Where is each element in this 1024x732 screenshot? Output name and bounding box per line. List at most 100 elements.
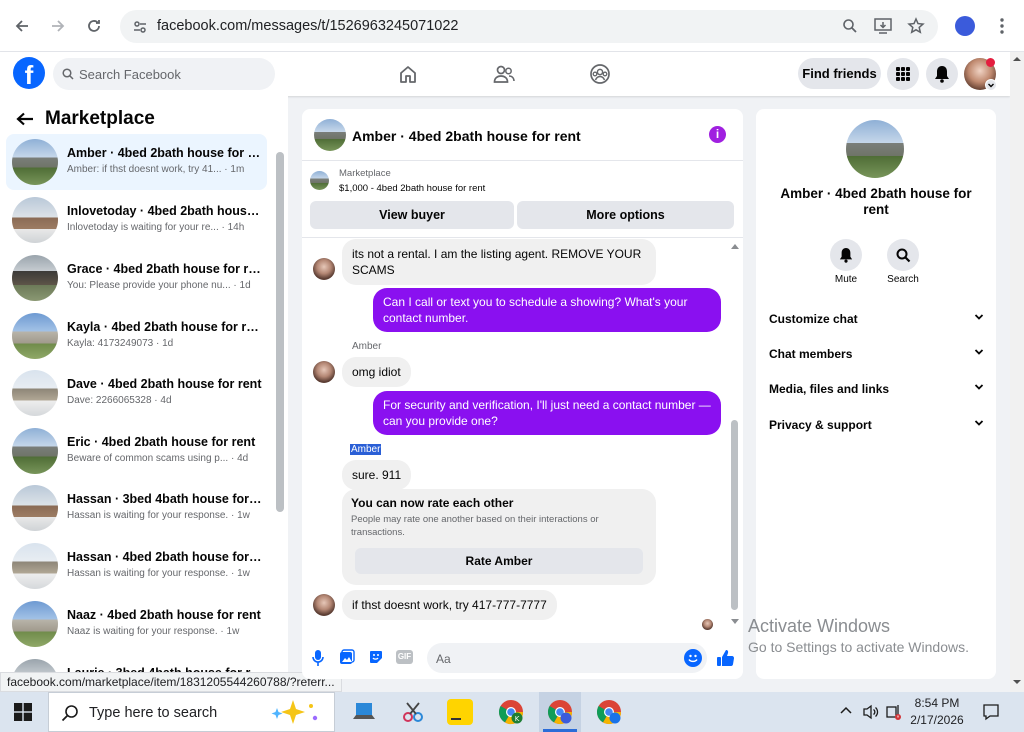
taskbar-app-chrome-profile-k-icon[interactable]: K	[496, 697, 526, 727]
windows-start-icon[interactable]	[14, 703, 32, 721]
customize-chat-section[interactable]: Customize chat	[769, 312, 984, 326]
rate-amber-button[interactable]: Rate Amber	[355, 548, 643, 574]
facebook-logo-icon[interactable]: f	[13, 57, 45, 89]
listing-title-price[interactable]: $1,000 - 4bed 2bath house for rent	[339, 183, 485, 194]
conversation-item-hassan-4bed[interactable]: Hassan · 4bed 2bath house for r... Hassa…	[6, 538, 267, 594]
message-outgoing: Can I call or text you to schedule a sho…	[373, 288, 721, 332]
mute-label: Mute	[834, 274, 858, 285]
scroll-down-arrow-icon[interactable]	[730, 618, 740, 626]
install-app-icon[interactable]	[874, 18, 892, 34]
friends-icon[interactable]	[490, 60, 518, 88]
menu-grid-icon[interactable]	[887, 58, 919, 90]
conversation-preview: Naaz is waiting for your response. · 1w	[67, 626, 240, 637]
media-files-links-section[interactable]: Media, files and links	[769, 382, 984, 396]
svg-text:K: K	[515, 715, 520, 723]
back-arrow-icon[interactable]	[16, 112, 34, 126]
conversation-name: Naaz · 4bed 2bath house for rent	[67, 608, 261, 622]
taskbar-clock[interactable]: 8:54 PM 2/17/2026	[906, 695, 968, 729]
address-bar[interactable]: facebook.com/messages/t/1526963245071022	[120, 10, 938, 43]
conversation-item-amber[interactable]: Amber · 4bed 2bath house for r... Amber:…	[6, 134, 267, 190]
chat-details-panel: Amber · 4bed 2bath house for rent Mute S…	[756, 109, 996, 679]
conversation-item-hassan-3bed[interactable]: Hassan · 3bed 4bath house for r... Hassa…	[6, 480, 267, 536]
mute-bell-icon[interactable]	[830, 239, 862, 271]
scroll-up-arrow-icon[interactable]	[730, 242, 740, 250]
message-input[interactable]: Aa	[427, 643, 707, 673]
section-label: Privacy & support	[769, 418, 872, 432]
sender-name-selected: Amber	[350, 444, 382, 455]
site-info-icon[interactable]	[132, 19, 148, 35]
watermark-line-1: Activate Windows	[748, 616, 891, 636]
gif-icon[interactable]: GIF	[396, 650, 413, 664]
search-conversation-icon[interactable]	[887, 239, 919, 271]
conversation-item-inlovetoday[interactable]: Inlovetoday · 4bed 2bath house... Inlove…	[6, 192, 267, 248]
chat-title[interactable]: Amber · 4bed 2bath house for rent	[352, 128, 581, 144]
photo-icon[interactable]	[339, 649, 355, 665]
network-icon[interactable]	[885, 703, 903, 721]
conversation-name: Amber · 4bed 2bath house for r...	[67, 146, 262, 160]
search-icon	[62, 68, 74, 80]
microphone-icon[interactable]	[311, 649, 325, 667]
sender-avatar[interactable]	[313, 361, 335, 383]
more-options-button[interactable]: More options	[517, 201, 734, 229]
conversation-item-kayla[interactable]: Kayla · 4bed 2bath house for rent Kayla:…	[6, 308, 267, 364]
conversation-preview: Hassan is waiting for your response. · 1…	[67, 510, 250, 521]
clock-date: 2/17/2026	[910, 713, 964, 727]
details-title: Amber · 4bed 2bath house for rent	[780, 186, 972, 217]
url-text[interactable]: facebook.com/messages/t/1526963245071022	[157, 18, 459, 34]
find-friends-button[interactable]: Find friends	[798, 58, 881, 89]
groups-icon[interactable]	[586, 60, 614, 88]
taskbar-app-sticky-notes-icon[interactable]	[447, 699, 473, 725]
info-icon[interactable]: i	[709, 126, 726, 143]
conversation-item-grace[interactable]: Grace · 4bed 2bath house for rent You: P…	[6, 250, 267, 306]
page-scrollbar[interactable]	[1010, 52, 1024, 692]
bookmark-star-icon[interactable]	[907, 17, 925, 35]
message-composer: GIF Aa	[302, 639, 743, 679]
zoom-icon[interactable]	[842, 18, 858, 34]
emoji-icon[interactable]	[684, 649, 702, 667]
conversation-preview: You: Please provide your phone nu... · 1…	[67, 280, 251, 291]
sender-avatar[interactable]	[313, 258, 335, 280]
message-incoming: its not a rental. I am the listing agent…	[342, 239, 656, 285]
conversation-item-dave[interactable]: Dave · 4bed 2bath house for rent Dave: 2…	[6, 365, 267, 421]
volume-icon[interactable]	[862, 703, 880, 721]
sender-avatar[interactable]	[313, 594, 335, 616]
taskbar-app-chrome-active-icon[interactable]	[545, 697, 575, 727]
taskbar-search-box[interactable]: Type here to search	[48, 692, 335, 732]
message-scrollbar[interactable]	[731, 420, 738, 610]
privacy-support-section[interactable]: Privacy & support	[769, 418, 984, 432]
conversation-item-naaz[interactable]: Naaz · 4bed 2bath house for rent Naaz is…	[6, 596, 267, 652]
tray-overflow-chevron-icon[interactable]	[839, 705, 853, 715]
conversation-name: Hassan · 3bed 4bath house for r...	[67, 492, 262, 506]
profile-avatar-icon[interactable]	[955, 16, 975, 36]
thumbs-up-icon[interactable]	[716, 648, 736, 668]
back-icon[interactable]	[8, 12, 36, 40]
conversation-item-eric[interactable]: Eric · 4bed 2bath house for rent Beware …	[6, 423, 267, 479]
sticker-icon[interactable]	[368, 649, 384, 665]
forward-icon[interactable]	[44, 12, 72, 40]
taskbar-app-chrome-profile-icon[interactable]	[594, 697, 624, 727]
notification-center-icon[interactable]	[982, 703, 1000, 721]
view-buyer-button[interactable]: View buyer	[310, 201, 514, 229]
facebook-search-input[interactable]: Search Facebook	[53, 58, 275, 90]
sidebar-scrollbar[interactable]	[276, 152, 284, 512]
chat-header: Amber · 4bed 2bath house for rent i	[302, 109, 743, 161]
taskbar-app-snipping-icon[interactable]	[398, 697, 428, 727]
listing-thumbnail	[310, 171, 329, 190]
search-label: Search	[887, 274, 919, 285]
chat-members-section[interactable]: Chat members	[769, 347, 984, 361]
chat-avatar[interactable]	[314, 119, 346, 151]
rate-card-description: People may rate one another based on the…	[351, 514, 599, 538]
account-chevron-icon[interactable]	[985, 79, 997, 91]
browser-menu-icon[interactable]	[995, 17, 1009, 35]
taskbar-app-laptop-icon[interactable]	[349, 697, 379, 727]
notification-dot	[986, 58, 995, 67]
reload-icon[interactable]	[80, 12, 108, 40]
rate-card-title: You can now rate each other	[351, 496, 514, 510]
conversation-preview: Dave: 2266065328 · 4d	[67, 395, 172, 406]
home-icon[interactable]	[394, 60, 422, 88]
windows-taskbar: Type here to search K 8:54 PM 2/17/2026	[0, 692, 1024, 732]
conversation-preview: Amber: if thst doesnt work, try 41... · …	[67, 164, 245, 175]
notifications-bell-icon[interactable]	[926, 58, 958, 90]
details-avatar[interactable]	[846, 120, 904, 178]
read-receipt-avatar	[702, 619, 713, 630]
